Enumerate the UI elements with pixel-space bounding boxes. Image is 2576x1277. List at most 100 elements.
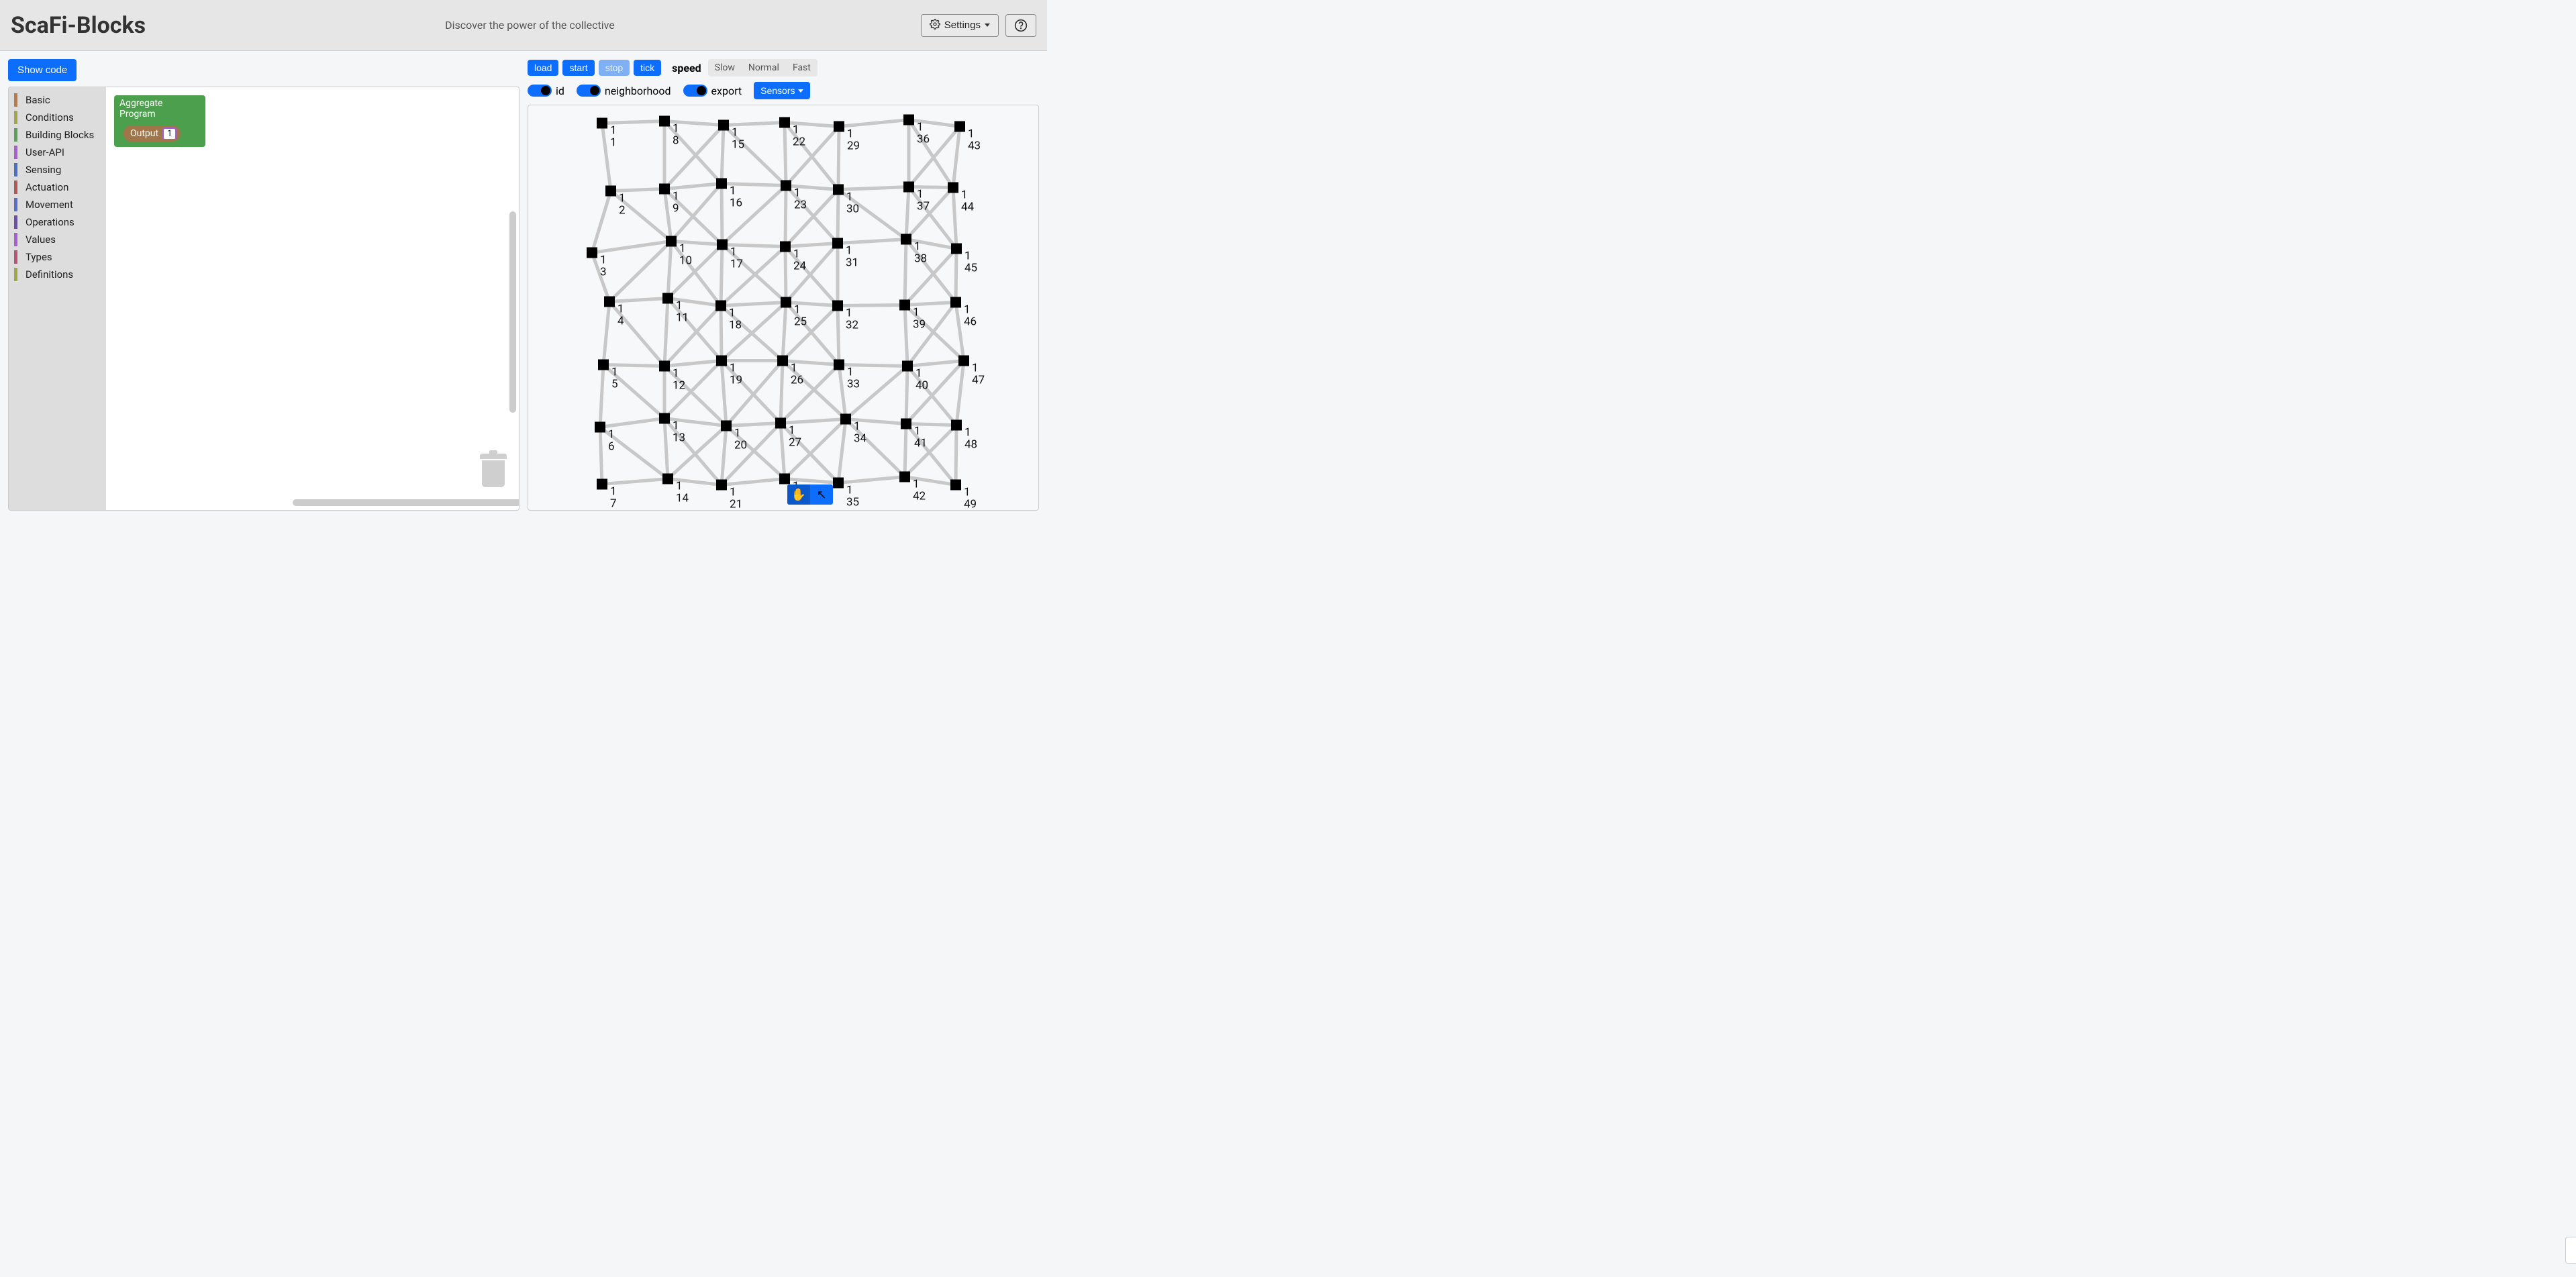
- graph-node[interactable]: [901, 234, 911, 245]
- graph-node[interactable]: [903, 182, 914, 193]
- graph-node[interactable]: [902, 361, 913, 372]
- graph-node[interactable]: [775, 418, 786, 429]
- settings-button[interactable]: Settings: [921, 14, 999, 37]
- graph-node[interactable]: [901, 419, 911, 429]
- pan-tool-button[interactable]: ✋: [787, 484, 810, 505]
- graph-node[interactable]: [662, 474, 673, 484]
- graph-node[interactable]: [951, 420, 962, 431]
- graph-node[interactable]: [832, 301, 843, 311]
- graph-edge: [905, 240, 906, 305]
- toolbox-item[interactable]: Definitions: [9, 266, 106, 283]
- graph-node[interactable]: [659, 413, 670, 424]
- value-block[interactable]: 1: [162, 127, 177, 140]
- graph-node[interactable]: [951, 244, 962, 254]
- select-tool-button[interactable]: ↖: [810, 484, 833, 505]
- graph-node[interactable]: [716, 178, 727, 189]
- switch-neighborhood[interactable]: [577, 85, 601, 97]
- node-id: 9: [673, 202, 679, 215]
- toolbox-item[interactable]: Movement: [9, 196, 106, 213]
- graph-node[interactable]: [840, 414, 851, 425]
- output-block[interactable]: Output 1: [123, 125, 181, 142]
- graph-node[interactable]: [716, 480, 727, 491]
- graph-node[interactable]: [903, 115, 914, 125]
- graph-node[interactable]: [659, 184, 670, 195]
- toolbox-label: Basic: [26, 94, 50, 106]
- toolbox-item[interactable]: Conditions: [9, 109, 106, 126]
- graph-node[interactable]: [587, 248, 597, 258]
- node-value: 1: [673, 122, 679, 136]
- toolbox-item[interactable]: Building Blocks: [9, 126, 106, 144]
- canvas-vscroll[interactable]: [509, 211, 516, 413]
- speed-option[interactable]: Fast: [786, 59, 818, 76]
- graph-node[interactable]: [954, 121, 965, 132]
- graph-node[interactable]: [833, 185, 844, 195]
- graph-node[interactable]: [781, 297, 791, 308]
- toolbox-swatch: [14, 93, 17, 107]
- graph-edge: [905, 305, 907, 366]
- node-value: 1: [847, 127, 854, 141]
- graph-node[interactable]: [597, 479, 607, 490]
- block-canvas[interactable]: Aggregate Program Output 1: [106, 87, 519, 510]
- graph-node[interactable]: [948, 183, 958, 193]
- toolbox-item[interactable]: Actuation: [9, 178, 106, 196]
- graph-node[interactable]: [779, 474, 790, 484]
- tick-button[interactable]: tick: [634, 60, 661, 76]
- load-button[interactable]: load: [528, 60, 558, 76]
- node-value: 1: [734, 427, 741, 440]
- canvas-hscroll[interactable]: [293, 499, 520, 506]
- graph-node[interactable]: [605, 186, 616, 197]
- toolbox-item[interactable]: Operations: [9, 213, 106, 231]
- graph-node[interactable]: [832, 238, 843, 249]
- graph-node[interactable]: [779, 117, 790, 128]
- graph-node[interactable]: [777, 356, 788, 366]
- graph-node[interactable]: [597, 118, 607, 129]
- node-value: 1: [964, 250, 971, 263]
- toolbox-item[interactable]: Sensing: [9, 161, 106, 178]
- graph-node[interactable]: [950, 297, 961, 308]
- help-button[interactable]: [1005, 14, 1036, 37]
- graph-node[interactable]: [662, 293, 673, 304]
- speed-option[interactable]: Normal: [742, 59, 786, 76]
- toolbox-item[interactable]: Values: [9, 231, 106, 248]
- graph-node[interactable]: [718, 120, 729, 131]
- speed-option[interactable]: Slow: [708, 59, 742, 76]
- trash-icon[interactable]: [480, 454, 507, 487]
- graph-node[interactable]: [780, 242, 791, 252]
- graph-node[interactable]: [604, 297, 615, 307]
- graph-edge: [838, 127, 839, 190]
- graph-node[interactable]: [595, 422, 605, 433]
- toolbox-item[interactable]: Basic: [9, 91, 106, 109]
- graph-node[interactable]: [659, 116, 670, 127]
- graph-edge: [722, 479, 785, 485]
- graph-node[interactable]: [833, 478, 844, 489]
- sensors-button[interactable]: Sensors: [754, 82, 810, 99]
- switch-id[interactable]: [528, 85, 552, 97]
- graph-node[interactable]: [958, 356, 969, 366]
- graph-node[interactable]: [715, 301, 726, 311]
- node-value: 1: [793, 248, 800, 261]
- show-code-button[interactable]: Show code: [8, 59, 77, 81]
- graph-node[interactable]: [721, 421, 732, 431]
- graph-node[interactable]: [950, 480, 961, 491]
- graph-node[interactable]: [899, 472, 910, 482]
- graph-node[interactable]: [598, 360, 609, 370]
- graph-node[interactable]: [716, 356, 727, 366]
- graph-node[interactable]: [666, 236, 677, 247]
- graph-node[interactable]: [717, 240, 728, 250]
- sim-canvas[interactable]: 1118115122129136143121911612313013714413…: [528, 105, 1039, 511]
- graph-node[interactable]: [899, 300, 910, 311]
- start-button[interactable]: start: [562, 60, 594, 76]
- node-id: 47: [972, 374, 985, 387]
- graph-node[interactable]: [834, 121, 844, 132]
- aggregate-program-block[interactable]: Aggregate Program Output 1: [114, 95, 205, 147]
- graph-node[interactable]: [659, 361, 670, 372]
- toolbox-item[interactable]: Types: [9, 248, 106, 266]
- switch-export[interactable]: [683, 85, 707, 97]
- graph-node[interactable]: [781, 181, 791, 191]
- toolbox: Basic ConditionsBuilding BlocksUser-APISe…: [9, 87, 106, 510]
- toolbox-item[interactable]: User-API: [9, 144, 106, 161]
- app-title: ScaFi-Blocks: [11, 12, 146, 39]
- node-id: 38: [914, 252, 927, 266]
- edge-expand-button[interactable]: [2565, 1237, 2576, 1264]
- graph-node[interactable]: [834, 360, 844, 370]
